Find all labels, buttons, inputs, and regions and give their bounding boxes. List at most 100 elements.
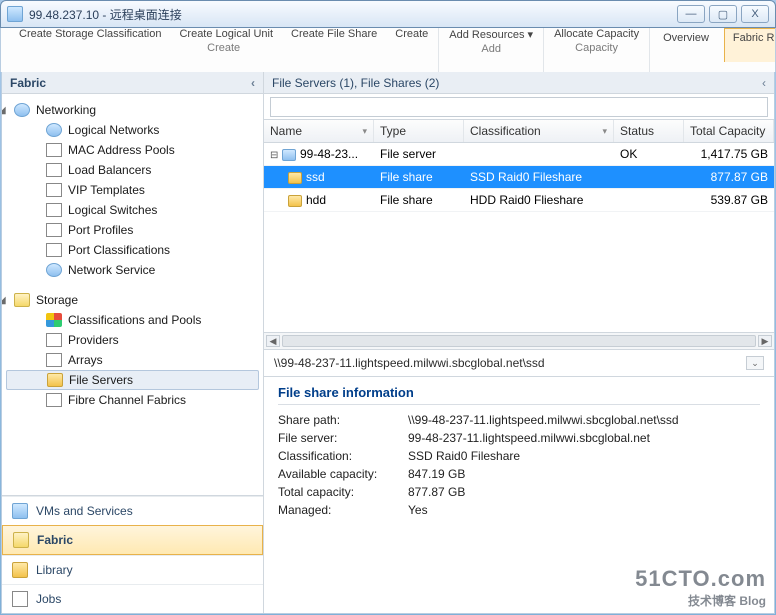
detail-value: SSD Raid0 Fileshare <box>408 449 760 463</box>
scroll-left-icon[interactable]: ◀ <box>266 335 280 347</box>
cell-status <box>614 166 684 188</box>
wunderbar-label: Jobs <box>36 592 61 606</box>
wunderbar-label: Fabric <box>37 533 73 547</box>
client-area: Fabric ‹ ◢Networking Logical NetworksMAC… <box>1 72 775 614</box>
cell-status <box>614 189 684 211</box>
tree-item-icon <box>46 163 62 177</box>
grid-horizontal-scrollbar[interactable]: ◀ ▶ <box>264 332 774 350</box>
tree-item-icon <box>46 143 62 157</box>
tree-item-icon <box>46 263 62 277</box>
wunderbar-fabric[interactable]: Fabric <box>2 525 263 555</box>
tree-item-classifications-and-pools[interactable]: Classifications and Pools <box>6 310 259 330</box>
tree-item-label: Port Classifications <box>68 243 170 257</box>
col-name[interactable]: Name▾ <box>264 120 374 142</box>
minimize-button[interactable]: — <box>677 5 705 23</box>
tree-item-port-classifications[interactable]: Port Classifications <box>6 240 259 260</box>
maximize-button[interactable]: ▢ <box>709 5 737 23</box>
create-storage-classification-button[interactable]: Create Storage Classification <box>13 28 167 40</box>
left-pane-header: Fabric ‹ <box>2 72 263 94</box>
col-type[interactable]: Type <box>374 120 464 142</box>
wunderbar-icon <box>12 503 28 519</box>
tree-item-vip-templates[interactable]: VIP Templates <box>6 180 259 200</box>
breadcrumb: File Servers (1), File Shares (2) ‹ <box>264 72 774 94</box>
fabric-resources-tab[interactable]: Fabric Resources <box>724 28 776 62</box>
tree-item-logical-networks[interactable]: Logical Networks <box>6 120 259 140</box>
left-pane: Fabric ‹ ◢Networking Logical NetworksMAC… <box>2 72 264 613</box>
cell-capacity: 1,417.75 GB <box>684 143 774 165</box>
tree-item-file-servers[interactable]: File Servers <box>6 370 259 390</box>
detail-key: File server: <box>278 431 408 445</box>
cell-classification: HDD Raid0 Flieshare <box>464 189 614 211</box>
tree-item-label: File Servers <box>69 373 133 387</box>
cell-type: File share <box>374 166 464 188</box>
scroll-right-icon[interactable]: ▶ <box>758 335 772 347</box>
collapse-left-icon[interactable]: ‹ <box>251 76 255 90</box>
table-row[interactable]: ssdFile shareSSD Raid0 Fileshare877.87 G… <box>264 166 774 189</box>
col-capacity[interactable]: Total Capacity <box>684 120 774 142</box>
close-button[interactable]: X <box>741 5 769 23</box>
search-input[interactable] <box>270 97 768 117</box>
create-button[interactable]: Create <box>389 28 434 40</box>
tree-item-icon <box>46 223 62 237</box>
tree-item-label: Port Profiles <box>68 223 133 237</box>
wunderbar-library[interactable]: Library <box>2 555 263 584</box>
scroll-thumb[interactable] <box>282 335 756 347</box>
tree-networking[interactable]: ◢Networking <box>6 100 259 120</box>
tree-item-icon <box>46 393 62 407</box>
add-resources-button[interactable]: Add Resources ▾ <box>443 28 539 41</box>
overview-tab[interactable]: Overview <box>654 28 718 62</box>
tree-item-network-service[interactable]: Network Service <box>6 260 259 280</box>
create-file-share-button[interactable]: Create File Share <box>285 28 383 40</box>
table-row[interactable]: ⊟99-48-23...File server OK1,417.75 GB <box>264 143 774 166</box>
wunderbar-vms-and-services[interactable]: VMs and Services <box>2 496 263 525</box>
tree-item-load-balancers[interactable]: Load Balancers <box>6 160 259 180</box>
detail-key: Share path: <box>278 413 408 427</box>
app-icon <box>7 6 23 22</box>
right-pane: File Servers (1), File Shares (2) ‹ Name… <box>264 72 774 613</box>
tree-storage[interactable]: ◢Storage <box>6 290 259 310</box>
selected-path-bar: \\99-48-237-11.lightspeed.milwwi.sbcglob… <box>264 350 774 377</box>
col-classification[interactable]: Classification▾ <box>464 120 614 142</box>
tree-item-label: Arrays <box>68 353 103 367</box>
tree-item-logical-switches[interactable]: Logical Switches <box>6 200 259 220</box>
expander-icon[interactable]: ◢ <box>2 105 10 116</box>
cell-type: File server <box>374 143 464 165</box>
wunderbar-jobs[interactable]: Jobs <box>2 584 263 613</box>
results-grid: Name▾ Type Classification▾ Status Total … <box>264 120 774 332</box>
tree-item-icon <box>46 353 62 367</box>
wunderbar-icon <box>13 532 29 548</box>
detail-key: Total capacity: <box>278 485 408 499</box>
tree-item-label: Classifications and Pools <box>68 313 201 327</box>
cell-status: OK <box>614 143 684 165</box>
tree-item-label: VIP Templates <box>68 183 145 197</box>
expand-detail-icon[interactable]: ⌄ <box>746 356 764 370</box>
col-status[interactable]: Status <box>614 120 684 142</box>
create-logical-unit-button[interactable]: Create Logical Unit <box>173 28 279 40</box>
table-row[interactable]: hddFile shareHDD Raid0 Flieshare539.87 G… <box>264 189 774 212</box>
nav-tree: ◢Networking Logical NetworksMAC Address … <box>2 94 263 495</box>
cell-name: ⊟99-48-23... <box>264 143 374 165</box>
tree-item-arrays[interactable]: Arrays <box>6 350 259 370</box>
wunderbar-icon <box>12 591 28 607</box>
tree-item-label: Logical Switches <box>68 203 157 217</box>
expander-icon[interactable]: ◢ <box>2 295 10 306</box>
tree-item-fibre-channel-fabrics[interactable]: Fibre Channel Fabrics <box>6 390 259 410</box>
wunderbar: VMs and Services Fabric Library Jobs <box>2 495 263 613</box>
tree-item-icon <box>46 123 62 137</box>
row-icon <box>282 149 296 161</box>
tree-item-providers[interactable]: Providers <box>6 330 259 350</box>
row-expander-icon[interactable]: ⊟ <box>270 150 280 161</box>
tree-item-port-profiles[interactable]: Port Profiles <box>6 220 259 240</box>
detail-heading: File share information <box>278 385 760 405</box>
allocate-capacity-button[interactable]: Allocate Capacity <box>548 28 645 40</box>
ribbon-group-capacity-label: Capacity <box>575 42 618 54</box>
tree-item-mac-address-pools[interactable]: MAC Address Pools <box>6 140 259 160</box>
left-pane-title: Fabric <box>10 76 46 90</box>
tree-item-label: Network Service <box>68 263 155 277</box>
detail-value: 99-48-237-11.lightspeed.milwwi.sbcglobal… <box>408 431 760 445</box>
collapse-top-icon[interactable]: ‹ <box>762 76 766 90</box>
detail-value: Yes <box>408 503 760 517</box>
detail-value: \\99-48-237-11.lightspeed.milwwi.sbcglob… <box>408 413 760 427</box>
wunderbar-icon <box>12 562 28 578</box>
ribbon-group-add-label: Add <box>481 43 501 55</box>
